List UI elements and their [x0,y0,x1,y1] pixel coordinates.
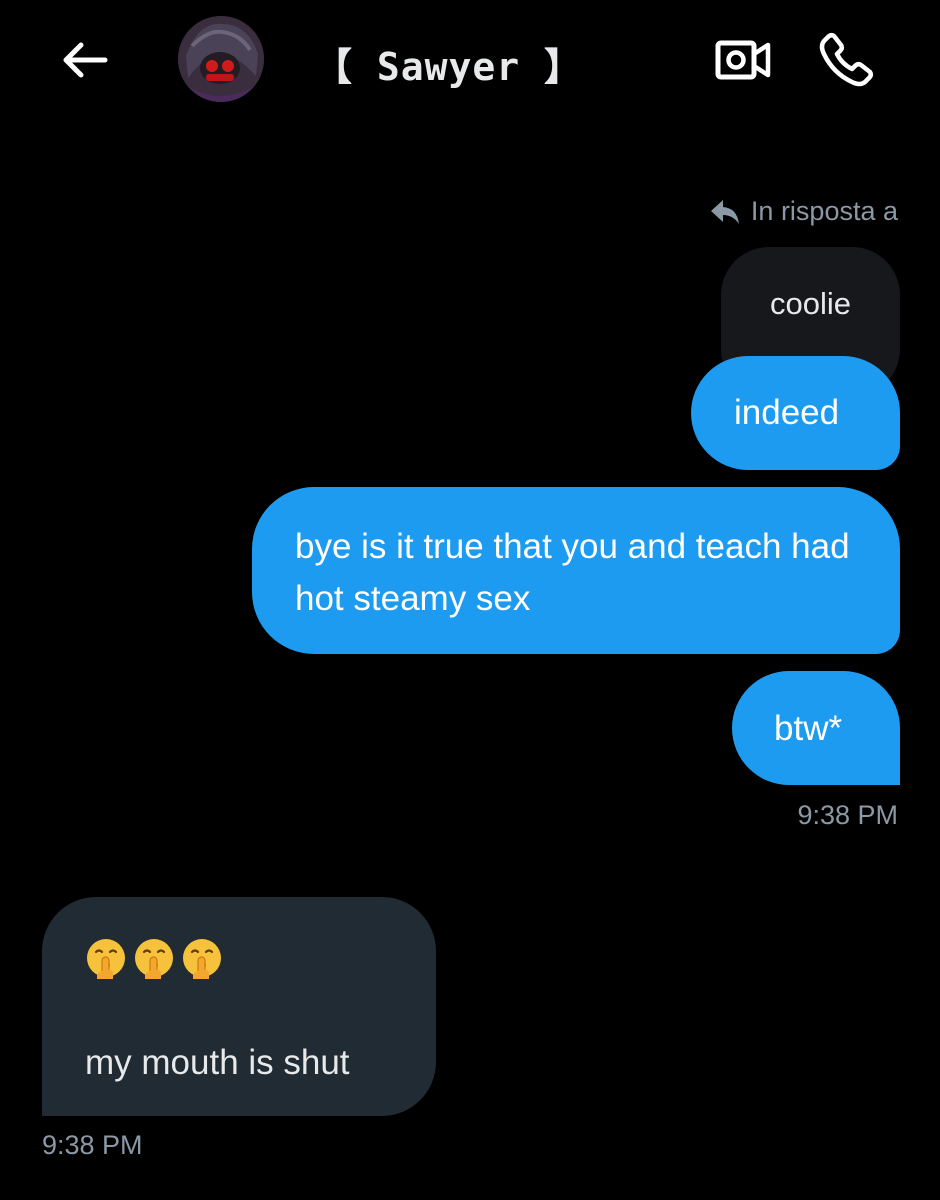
quoted-message-text: coolie [770,286,851,321]
received-message[interactable]: my mouth is shut [42,897,436,1116]
arrow-left-icon [63,42,108,78]
avatar-image [178,16,264,102]
contact-name[interactable]: 【 Sawyer 】 [314,36,583,91]
shushing-face-icon [183,939,221,979]
sent-message[interactable]: btw* [732,671,900,785]
call-button[interactable] [812,26,882,92]
avatar[interactable] [178,16,264,102]
shushing-face-icon [87,939,125,979]
message-text: btw* [774,709,843,748]
sent-timestamp: 9:38 PM [797,800,898,830]
shushing-face-icon [135,939,173,979]
message-text: indeed [734,393,840,432]
back-button[interactable] [50,30,120,90]
reply-arrow-icon [710,199,739,224]
reply-indicator: In risposta a [709,196,898,227]
message-text: bye is it true that you and teach had ho… [295,527,850,618]
shushing-face-emoji-row [85,937,223,979]
phone-icon [819,32,874,87]
sent-message[interactable]: bye is it true that you and teach had ho… [252,487,900,654]
video-camera-icon [715,40,771,80]
reply-indicator-label: In risposta a [750,196,898,226]
received-timestamp: 9:38 PM [42,1130,143,1160]
video-call-button[interactable] [708,28,778,92]
message-text: my mouth is shut [85,1043,350,1082]
sent-message[interactable]: indeed [691,356,900,470]
